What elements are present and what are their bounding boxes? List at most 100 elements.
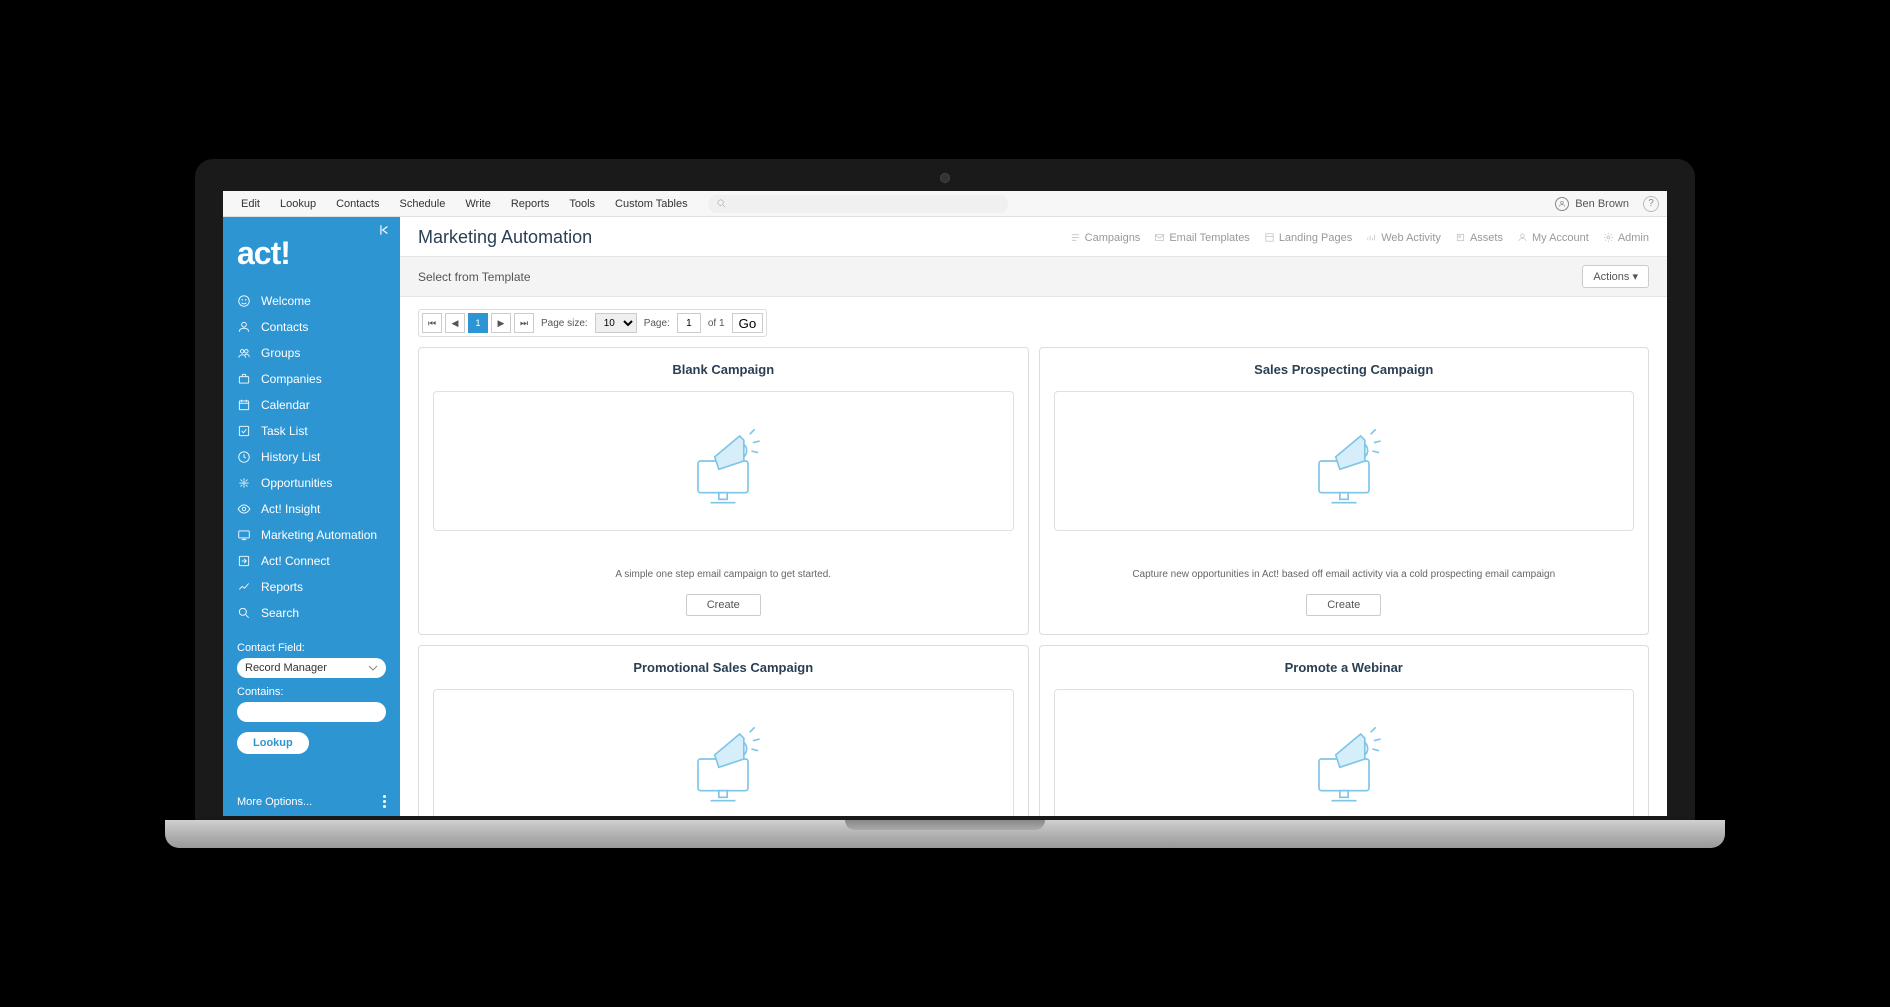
sidebar-nav: Welcome Contacts Groups Companies Calendar Ta… xyxy=(223,282,400,632)
pager-prev[interactable]: ◀ xyxy=(445,313,465,333)
connect-icon xyxy=(237,554,251,568)
laptop-notch xyxy=(845,820,1045,830)
menu-schedule[interactable]: Schedule xyxy=(389,198,455,210)
global-search[interactable] xyxy=(708,195,1008,213)
collapse-sidebar-icon[interactable] xyxy=(378,223,392,240)
sidebar-item-label: Task List xyxy=(261,424,308,438)
menu-edit[interactable]: Edit xyxy=(231,198,270,210)
sidebar-item-label: Marketing Automation xyxy=(261,528,377,542)
help-icon[interactable]: ? xyxy=(1643,196,1659,212)
contact-field-label: Contact Field: xyxy=(237,642,386,654)
pager: ⏮ ◀ 1 ▶ ⏭ Page size: 10 Page: of 1 Go xyxy=(418,309,767,337)
subnav-campaigns[interactable]: Campaigns xyxy=(1070,232,1141,244)
clock-icon xyxy=(237,450,251,464)
screen-bezel: EditLookupContactsScheduleWriteReportsTo… xyxy=(195,159,1695,820)
contains-input[interactable] xyxy=(237,702,386,722)
subnav-landing-pages[interactable]: Landing Pages xyxy=(1264,232,1352,244)
sidebar-item-search[interactable]: Search xyxy=(223,600,400,626)
menu-tools[interactable]: Tools xyxy=(559,198,605,210)
sidebar-item-marketing-automation[interactable]: Marketing Automation xyxy=(223,522,400,548)
page-num-input[interactable] xyxy=(677,313,701,333)
menu-contacts[interactable]: Contacts xyxy=(326,198,389,210)
monitor-icon xyxy=(237,528,251,542)
template-card-3: Promote a Webinar xyxy=(1039,645,1650,816)
sidebar-item-label: Act! Insight xyxy=(261,502,320,516)
menu-custom-tables[interactable]: Custom Tables xyxy=(605,198,698,210)
card-illustration xyxy=(433,391,1014,531)
sidebar-item-label: Companies xyxy=(261,372,322,386)
sidebar-item-companies[interactable]: Companies xyxy=(223,366,400,392)
top-menu-bar: EditLookupContactsScheduleWriteReportsTo… xyxy=(223,191,1667,217)
eye-icon xyxy=(237,502,251,516)
sidebar-item-label: Contacts xyxy=(261,320,308,334)
pager-last[interactable]: ⏭ xyxy=(514,313,534,333)
subnav-assets[interactable]: Assets xyxy=(1455,232,1503,244)
subnav-email-templates[interactable]: Email Templates xyxy=(1154,232,1250,244)
sidebar-item-groups[interactable]: Groups xyxy=(223,340,400,366)
sidebar-item-label: Search xyxy=(261,606,299,620)
card-illustration xyxy=(433,689,1014,816)
lookup-button[interactable]: Lookup xyxy=(237,732,309,754)
template-cards-grid: Blank CampaignA simple one step email ca… xyxy=(418,347,1649,816)
more-options-label: More Options... xyxy=(237,796,312,808)
pager-next[interactable]: ▶ xyxy=(491,313,511,333)
template-card-0: Blank CampaignA simple one step email ca… xyxy=(418,347,1029,635)
sidebar-item-label: Groups xyxy=(261,346,300,360)
pager-go-button[interactable]: Go xyxy=(732,313,764,333)
laptop-base xyxy=(165,820,1725,848)
more-options-link[interactable]: More Options... xyxy=(223,787,400,816)
user-icon xyxy=(237,320,251,334)
sidebar-item-calendar[interactable]: Calendar xyxy=(223,392,400,418)
template-bar-title: Select from Template xyxy=(418,270,531,284)
user-name: Ben Brown xyxy=(1575,198,1629,210)
sidebar-item-act-insight[interactable]: Act! Insight xyxy=(223,496,400,522)
smile-icon xyxy=(237,294,251,308)
subnav-my-account[interactable]: My Account xyxy=(1517,232,1589,244)
main-content: Marketing Automation Campaigns Email Temp… xyxy=(400,217,1667,816)
sidebar: act! Welcome Contacts Groups Companies Calen… xyxy=(223,217,400,816)
menu-reports[interactable]: Reports xyxy=(501,198,560,210)
page-title: Marketing Automation xyxy=(418,227,592,248)
menu-write[interactable]: Write xyxy=(455,198,500,210)
create-button[interactable]: Create xyxy=(1306,594,1381,616)
page-label: Page: xyxy=(644,318,670,329)
subnav-web-activity[interactable]: Web Activity xyxy=(1366,232,1441,244)
calendar-icon xyxy=(237,398,251,412)
card-title: Promotional Sales Campaign xyxy=(433,660,1014,675)
sidebar-item-label: Act! Connect xyxy=(261,554,330,568)
sidebar-item-label: Calendar xyxy=(261,398,310,412)
sidebar-item-opportunities[interactable]: Opportunities xyxy=(223,470,400,496)
sub-nav: Campaigns Email Templates Landing Pages Web… xyxy=(1070,232,1649,244)
actions-dropdown[interactable]: Actions ▾ xyxy=(1582,265,1649,288)
card-illustration xyxy=(1054,689,1635,816)
subnav-admin[interactable]: Admin xyxy=(1603,232,1649,244)
sidebar-item-contacts[interactable]: Contacts xyxy=(223,314,400,340)
camera-dot xyxy=(940,173,950,183)
sidebar-item-label: Opportunities xyxy=(261,476,332,490)
sidebar-item-history-list[interactable]: History List xyxy=(223,444,400,470)
card-title: Promote a Webinar xyxy=(1054,660,1635,675)
search-icon xyxy=(237,606,251,620)
sidebar-item-act-connect[interactable]: Act! Connect xyxy=(223,548,400,574)
page-size-label: Page size: xyxy=(541,318,588,329)
avatar-icon xyxy=(1555,197,1569,211)
sidebar-item-welcome[interactable]: Welcome xyxy=(223,288,400,314)
sidebar-item-reports[interactable]: Reports xyxy=(223,574,400,600)
sidebar-lookup-panel: Contact Field: Record Manager Contains: … xyxy=(223,632,400,764)
pager-page-1[interactable]: 1 xyxy=(468,313,488,333)
app-logo: act! xyxy=(223,217,400,282)
menu-lookup[interactable]: Lookup xyxy=(270,198,326,210)
search-input[interactable] xyxy=(733,198,1000,210)
check-icon xyxy=(237,424,251,438)
sidebar-item-task-list[interactable]: Task List xyxy=(223,418,400,444)
search-icon xyxy=(716,198,727,209)
chart-icon xyxy=(237,580,251,594)
pager-first[interactable]: ⏮ xyxy=(422,313,442,333)
page-size-select[interactable]: 10 xyxy=(595,313,637,333)
user-menu[interactable]: Ben Brown xyxy=(1555,197,1629,211)
contact-field-select[interactable]: Record Manager xyxy=(237,658,386,678)
sidebar-item-label: Reports xyxy=(261,580,303,594)
opps-icon xyxy=(237,476,251,490)
create-button[interactable]: Create xyxy=(686,594,761,616)
page-of-total: of 1 xyxy=(708,318,725,329)
